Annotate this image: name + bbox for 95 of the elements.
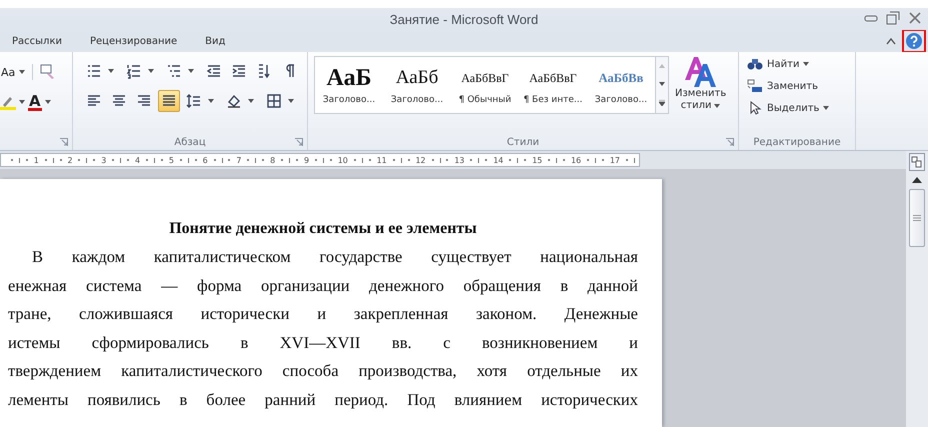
- window-title: Занятие - Microsoft Word: [390, 12, 538, 26]
- ribbon-tab[interactable]: Вид: [201, 34, 230, 48]
- numbering-icon: [126, 63, 142, 79]
- style-item[interactable]: АаБбВвГ ¶ Обычный: [451, 57, 519, 113]
- ribbon-tab[interactable]: Рассылки: [8, 34, 66, 48]
- more-icon[interactable]: [659, 100, 665, 106]
- outdent-icon: [206, 63, 222, 79]
- group-label: Абзац: [174, 136, 206, 148]
- highlighter-icon[interactable]: [0, 94, 16, 110]
- line-spacing-icon: [186, 93, 202, 109]
- dropdown-caret-icon[interactable]: [44, 100, 51, 104]
- dropdown-caret-icon[interactable]: [248, 99, 254, 103]
- ruler-number: 1: [34, 156, 39, 164]
- dropdown-caret-icon[interactable]: [19, 70, 26, 74]
- select-button[interactable]: Выделить: [745, 98, 855, 118]
- paragraph-line: лементы появились в более ранний период. Под влиянием исторических: [8, 388, 638, 410]
- grip-icon: [913, 215, 921, 221]
- ruler-number: 15: [532, 156, 542, 164]
- binoculars-icon: [747, 57, 763, 71]
- paragraph-line: енежная система — форма организации денежного обращения в данной: [8, 274, 638, 296]
- change-styles-icon: [684, 56, 718, 88]
- style-item[interactable]: АаБбВв Заголово...: [587, 57, 655, 113]
- close-icon[interactable]: [908, 11, 922, 25]
- dropdown-caret-icon[interactable]: [208, 99, 214, 103]
- style-name: ¶ Обычный: [458, 95, 512, 105]
- group-label: Редактирование: [753, 136, 841, 148]
- sort-icon: [256, 63, 272, 79]
- shading-icon: [226, 93, 242, 109]
- bullets-icon: [86, 63, 102, 79]
- ruler-number: 5: [168, 156, 174, 164]
- style-item[interactable]: АаБбВвГ ¶ Без инте...: [519, 57, 587, 113]
- scroll-up-icon[interactable]: [912, 177, 922, 183]
- ruler-number: 16: [570, 156, 582, 164]
- style-name: Заголово...: [390, 95, 444, 105]
- ribbon-tab[interactable]: Рецензирование: [86, 34, 182, 48]
- dropdown-caret-icon: [714, 104, 720, 108]
- group-label: Стили: [506, 136, 540, 148]
- indent-icon: [231, 63, 247, 79]
- dropdown-caret-icon[interactable]: [148, 69, 154, 73]
- ruler-number: 8: [270, 156, 276, 164]
- button-label: Найти: [767, 58, 800, 70]
- document-heading: Понятие денежной системы и ее элементы: [168, 219, 478, 239]
- minimize-icon[interactable]: [864, 13, 878, 23]
- dropdown-caret-icon[interactable]: [288, 99, 294, 103]
- replace-button[interactable]: Заменить: [745, 76, 855, 96]
- style-name: ¶ Без инте...: [523, 95, 583, 105]
- dropdown-caret-icon[interactable]: [108, 69, 114, 73]
- dialog-launcher-icon[interactable]: [60, 138, 68, 146]
- style-preview: АаБ: [326, 65, 372, 91]
- ruler-number: 12: [415, 156, 426, 164]
- style-item[interactable]: АаБ Заголово...: [315, 57, 383, 113]
- ruler-number: 13: [454, 156, 465, 164]
- help-icon: [905, 32, 923, 50]
- ruler-number: 17: [610, 156, 620, 164]
- dialog-launcher-icon[interactable]: [295, 138, 303, 146]
- ruler-toggle-icon[interactable]: [909, 153, 925, 171]
- restore-icon[interactable]: [886, 11, 900, 25]
- font-color-button[interactable]: А: [28, 94, 42, 110]
- dropdown-caret-icon[interactable]: [19, 100, 25, 104]
- paragraph-line: тране, сложившаяся исторически и закрепленная законом. Денежные: [8, 303, 638, 325]
- multilevel-icon: [166, 63, 182, 79]
- ruler-number: 9: [304, 156, 310, 164]
- ruler-number: 4: [135, 156, 140, 164]
- paragraph-line: В каждом капиталистическом государстве существует национальная: [31, 246, 638, 268]
- ruler-number: 3: [101, 156, 106, 164]
- borders-icon: [266, 93, 282, 109]
- paragraph-line: истемы сформировались в XVI—XVII вв. с возникновением и: [8, 332, 638, 354]
- style-preview: АаБбВвГ: [461, 70, 509, 86]
- justify-button[interactable]: [158, 90, 180, 112]
- change-case-button[interactable]: Аа: [0, 66, 16, 78]
- style-preview: АаБб: [396, 66, 438, 90]
- ruler-number: 2: [67, 156, 73, 164]
- ruler-number: 10: [338, 156, 348, 164]
- change-styles-button[interactable]: Изменить стили: [671, 56, 730, 112]
- style-preview: АаБбВв: [598, 70, 644, 86]
- style-name: Заголово...: [594, 95, 648, 105]
- ruler-number: 11: [376, 156, 387, 164]
- button-label: Выделить: [767, 102, 820, 114]
- button-label: Заменить: [767, 80, 818, 92]
- clear-formatting-icon[interactable]: [40, 64, 56, 80]
- scroll-down-icon[interactable]: [659, 82, 665, 86]
- style-preview: АаБбВвГ: [529, 70, 577, 86]
- replace-icon: [747, 79, 763, 93]
- scroll-thumb[interactable]: [909, 189, 925, 247]
- find-button[interactable]: Найти: [745, 54, 855, 74]
- dialog-launcher-icon[interactable]: [726, 138, 734, 146]
- style-name: Заголово...: [322, 95, 376, 105]
- ruler-number: 6: [202, 156, 208, 164]
- paragraph-line: тверждением капиталистического способа производства, хотя отдельные их: [8, 360, 638, 382]
- dropdown-caret-icon[interactable]: [188, 69, 194, 73]
- style-item[interactable]: АаБб Заголово...: [383, 57, 451, 113]
- gallery-scroll[interactable]: [656, 56, 669, 114]
- ruler-number: 7: [236, 156, 242, 164]
- collapse-ribbon-icon[interactable]: [886, 37, 896, 45]
- ruler-number: 14: [493, 156, 504, 164]
